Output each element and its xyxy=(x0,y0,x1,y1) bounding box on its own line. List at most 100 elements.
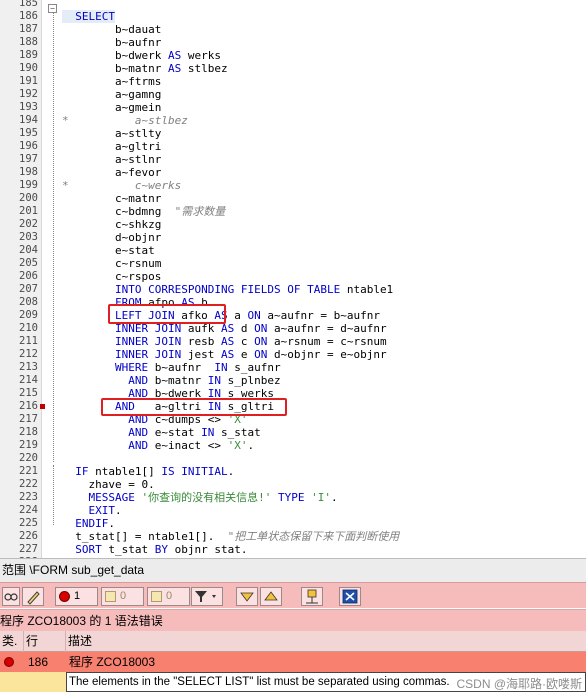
code-line[interactable]: 196 a~gltri xyxy=(0,140,586,153)
code-text: INNER JOIN resb AS c ON a~rsnum = c~rsnu… xyxy=(114,335,387,348)
pin-icon xyxy=(306,589,318,604)
filter-icon xyxy=(195,591,216,602)
line-number: 208 xyxy=(19,296,38,308)
line-number: 194 xyxy=(19,114,38,126)
code-line[interactable]: 208 FROM afpo AS b xyxy=(0,296,586,309)
error-icon xyxy=(4,657,14,667)
code-line[interactable]: 211 INNER JOIN resb AS c ON a~rsnum = c~… xyxy=(0,335,586,348)
code-line[interactable]: 186 SELECT xyxy=(0,10,586,23)
line-number: 197 xyxy=(19,153,38,165)
line-number: 203 xyxy=(19,231,38,243)
code-text: c~rspos xyxy=(62,270,162,283)
code-line[interactable]: 189 b~dwerk AS werks xyxy=(0,49,586,62)
code-text: b~dwerk AS werks xyxy=(62,49,221,62)
code-text: * c~werks xyxy=(62,179,182,192)
code-text: a~fevor xyxy=(62,166,162,179)
code-line[interactable]: 203 d~objnr xyxy=(0,231,586,244)
code-line[interactable]: 190 b~matnr AS stlbez xyxy=(0,62,586,75)
highlight-and-gltri xyxy=(101,398,287,416)
next-error-button[interactable] xyxy=(236,587,258,606)
table-row[interactable]: 186 程序 ZCO18003 xyxy=(0,652,586,672)
code-line[interactable]: 215 AND b~dwerk IN s_werks xyxy=(0,387,586,400)
line-number: 226 xyxy=(19,530,38,542)
errors-filter-button[interactable]: 1 xyxy=(55,587,98,606)
line-number: 192 xyxy=(19,88,38,100)
code-line[interactable]: 224 EXIT. xyxy=(0,504,586,517)
code-editor[interactable]: − 185 186 SELECT 187 b~dauat 188 b~aufnr 189… xyxy=(0,0,586,558)
code-line[interactable]: 221 IF ntable1[] IS INITIAL. xyxy=(0,465,586,478)
code-line[interactable]: 217 AND c~dumps <> 'X' xyxy=(0,413,586,426)
code-line[interactable]: 204 e~stat xyxy=(0,244,586,257)
code-line[interactable]: 198 a~fevor xyxy=(0,166,586,179)
code-text: AND b~matnr IN s_plnbez xyxy=(128,374,281,387)
col-header-desc[interactable]: 描述 xyxy=(66,631,586,652)
code-text: AND e~stat IN s_stat xyxy=(128,426,261,439)
line-number: 219 xyxy=(19,439,38,451)
close-button[interactable] xyxy=(339,587,361,606)
code-line[interactable]: 194 * a~stlbez xyxy=(0,114,586,127)
code-line[interactable]: 218 AND e~stat IN s_stat xyxy=(0,426,586,439)
code-line[interactable]: 195 a~stlty xyxy=(0,127,586,140)
col-header-line[interactable]: 行 xyxy=(24,631,66,652)
code-line[interactable]: 225 ENDIF. xyxy=(0,517,586,530)
triangle-up-icon xyxy=(264,591,278,601)
code-line[interactable]: 192 a~gamng xyxy=(0,88,586,101)
code-line[interactable]: 205 c~rsnum xyxy=(0,257,586,270)
code-line[interactable]: 202 c~shkzg xyxy=(0,218,586,231)
code-text: a~ftrms xyxy=(62,75,162,88)
line-number: 191 xyxy=(19,75,38,87)
code-line[interactable]: 216 AND a~gltri IN s_gltri xyxy=(0,400,586,413)
code-line[interactable]: 220 xyxy=(0,452,586,465)
highlight-left-join-afko xyxy=(108,304,226,324)
line-number: 199 xyxy=(19,179,38,191)
code-text: EXIT. xyxy=(88,504,122,517)
line-number: 221 xyxy=(19,465,38,477)
code-text: a~stlty xyxy=(62,127,162,140)
code-text: MESSAGE '你查询的没有相关信息!' TYPE 'I'. xyxy=(88,491,338,504)
error-toolbar: 1 0 0 xyxy=(0,582,586,608)
code-line[interactable]: 187 b~dauat xyxy=(0,23,586,36)
code-line[interactable]: 223 MESSAGE '你查询的没有相关信息!' TYPE 'I'. xyxy=(0,491,586,504)
code-line[interactable]: 210 INNER JOIN aufk AS d ON a~aufnr = d~… xyxy=(0,322,586,335)
line-number: 186 xyxy=(19,10,38,22)
code-line[interactable]: 227 SORT t_stat BY objnr stat. xyxy=(0,543,586,556)
code-line[interactable]: 226 t_stat[] = ntable1[]. "把工单状态保留下来下面判断… xyxy=(0,530,586,543)
details-button[interactable] xyxy=(2,587,20,606)
code-text: SORT t_stat BY objnr stat. xyxy=(75,543,248,556)
code-line[interactable]: 219 AND e~inact <> 'X'. xyxy=(0,439,586,452)
line-number: 212 xyxy=(19,348,38,360)
code-line[interactable]: 197 a~stlnr xyxy=(0,153,586,166)
code-line[interactable]: 213 WHERE b~aufnr IN s_aufnr xyxy=(0,361,586,374)
code-line[interactable]: 188 b~aufnr xyxy=(0,36,586,49)
code-line[interactable]: 199 * c~werks xyxy=(0,179,586,192)
code-line[interactable]: 185 xyxy=(0,0,586,10)
code-text: IF ntable1[] IS INITIAL. xyxy=(75,465,235,478)
line-number: 223 xyxy=(19,491,38,503)
export-button[interactable] xyxy=(301,587,323,606)
status-bar: 程序 ZCO18003 的 1 语法错误 xyxy=(0,609,586,631)
code-text: INTO CORRESPONDING FIELDS OF TABLE ntabl… xyxy=(114,283,394,296)
code-text: b~matnr AS stlbez xyxy=(62,62,228,75)
table-header: 类. 行 描述 xyxy=(0,631,586,652)
filter-button[interactable] xyxy=(191,587,223,606)
line-number: 210 xyxy=(19,322,38,334)
code-line[interactable]: 206 c~rspos xyxy=(0,270,586,283)
code-line[interactable]: 207 INTO CORRESPONDING FIELDS OF TABLE n… xyxy=(0,283,586,296)
row-line: 186 xyxy=(28,655,49,669)
code-line[interactable]: 222 zhave = 0. xyxy=(0,478,586,491)
info-filter-button[interactable]: 0 xyxy=(147,587,190,606)
edit-button[interactable] xyxy=(22,587,44,606)
code-line[interactable]: 201 c~bdmng "需求数量 xyxy=(0,205,586,218)
warnings-filter-button[interactable]: 0 xyxy=(101,587,144,606)
line-number: 190 xyxy=(19,62,38,74)
code-line[interactable]: 214 AND b~matnr IN s_plnbez xyxy=(0,374,586,387)
line-number: 220 xyxy=(19,452,38,464)
code-line[interactable]: 191 a~ftrms xyxy=(0,75,586,88)
code-line[interactable]: 193 a~gmein xyxy=(0,101,586,114)
line-number: 227 xyxy=(19,543,38,555)
col-header-type[interactable]: 类. xyxy=(0,631,24,652)
code-line[interactable]: 209 LEFT JOIN afko AS a ON a~aufnr = b~a… xyxy=(0,309,586,322)
code-line[interactable]: 200 c~matnr xyxy=(0,192,586,205)
code-line[interactable]: 212 INNER JOIN jest AS e ON d~objnr = e~… xyxy=(0,348,586,361)
previous-error-button[interactable] xyxy=(260,587,282,606)
